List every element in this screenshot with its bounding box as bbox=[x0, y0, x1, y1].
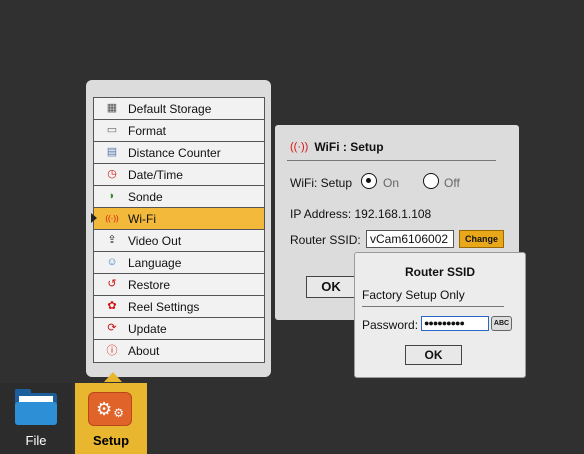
menu-item-label: Language bbox=[128, 255, 182, 270]
menu-item-update[interactable]: ⟳ Update bbox=[94, 318, 264, 340]
wifi-icon: ((·)) bbox=[105, 213, 119, 223]
clock-icon: ◷ bbox=[107, 168, 117, 180]
password-field[interactable]: ●●●●●●●●● bbox=[421, 316, 489, 331]
menu-item-label: Wi-Fi bbox=[128, 211, 156, 226]
password-label: Password: bbox=[362, 318, 419, 332]
reel-settings-icon: ✿ bbox=[107, 300, 117, 312]
dock-setup-button[interactable]: ⚙ ⚙ Setup bbox=[75, 383, 147, 454]
wifi-title-text: WiFi : Setup bbox=[314, 140, 384, 154]
router-ok-button[interactable]: OK bbox=[405, 345, 462, 365]
menu-item-about[interactable]: ⓘ About bbox=[94, 340, 264, 362]
folder-icon bbox=[15, 389, 57, 425]
menu-item-restore[interactable]: ↺ Restore bbox=[94, 274, 264, 296]
wifi-title-divider bbox=[287, 160, 496, 161]
router-ssid-label: Router SSID: bbox=[290, 233, 361, 247]
ip-address-text: IP Address: 192.168.1.108 bbox=[290, 207, 432, 221]
router-ssid-field[interactable]: vCam6106002 bbox=[366, 230, 454, 248]
gears-icon: ⚙ ⚙ bbox=[88, 392, 132, 426]
storage-icon: ▦ bbox=[106, 102, 118, 114]
menu-item-label: Default Storage bbox=[128, 101, 212, 116]
restore-icon: ↺ bbox=[107, 278, 117, 290]
dock-file-label: File bbox=[25, 433, 47, 448]
wifi-setup-label: WiFi: Setup bbox=[290, 176, 353, 190]
wifi-off-label: Off bbox=[444, 176, 460, 190]
menu-item-label: About bbox=[128, 344, 160, 358]
wifi-on-radio[interactable] bbox=[361, 173, 377, 189]
video-out-icon: ⇪ bbox=[107, 234, 117, 246]
about-icon: ⓘ bbox=[106, 344, 118, 357]
format-icon: ▭ bbox=[106, 124, 118, 136]
menu-item-label: Date/Time bbox=[128, 167, 183, 182]
dock-file-button[interactable]: File bbox=[0, 383, 72, 454]
menu-item-label: Distance Counter bbox=[128, 145, 221, 160]
menu-item-wi-fi[interactable]: ((·)) Wi-Fi bbox=[91, 208, 264, 230]
menu-item-reel-settings[interactable]: ✿ Reel Settings bbox=[94, 296, 264, 318]
menu-item-label: Restore bbox=[128, 277, 171, 292]
menu-pointer bbox=[104, 372, 122, 382]
sonde-icon: ◗ bbox=[108, 190, 116, 202]
dock-setup-label: Setup bbox=[92, 433, 130, 448]
menu-item-label: Reel Settings bbox=[128, 299, 200, 314]
router-dialog-title: Router SSID bbox=[404, 265, 475, 279]
menu-item-label: Format bbox=[128, 123, 167, 138]
wifi-icon: ((·)) bbox=[290, 141, 309, 153]
menu-item-format[interactable]: ▭ Format bbox=[94, 120, 264, 142]
wifi-setup-title: ((·)) WiFi : Setup bbox=[290, 140, 384, 154]
menu-item-date-time[interactable]: ◷ Date/Time bbox=[94, 164, 264, 186]
menu-item-video-out[interactable]: ⇪ Video Out bbox=[94, 230, 264, 252]
router-dialog-divider bbox=[362, 306, 504, 307]
menu-item-language[interactable]: ☺ Language bbox=[94, 252, 264, 274]
menu-item-label: Video Out bbox=[128, 233, 182, 248]
selection-arrow-icon bbox=[91, 213, 97, 223]
distance-counter-icon: ▤ bbox=[106, 146, 118, 158]
menu-item-label: Sonde bbox=[128, 189, 163, 204]
router-dialog-subtitle: Factory Setup Only bbox=[362, 288, 465, 302]
menu-item-distance-counter[interactable]: ▤ Distance Counter bbox=[94, 142, 264, 164]
menu-item-sonde[interactable]: ◗ Sonde bbox=[94, 186, 264, 208]
setup-menu-list: ▦ Default Storage ▭ Format ▤ Distance Counter… bbox=[91, 97, 265, 363]
wifi-on-label: On bbox=[383, 176, 400, 190]
menu-item-default-storage[interactable]: ▦ Default Storage bbox=[94, 98, 264, 120]
language-icon: ☺ bbox=[106, 256, 118, 268]
menu-item-label: Update bbox=[128, 321, 167, 336]
keyboard-abc-button[interactable]: ABC bbox=[491, 316, 512, 331]
update-icon: ⟳ bbox=[107, 322, 117, 334]
wifi-off-radio[interactable] bbox=[423, 173, 439, 189]
change-ssid-button[interactable]: Change bbox=[459, 230, 504, 248]
wifi-ok-button[interactable]: OK bbox=[306, 276, 356, 298]
